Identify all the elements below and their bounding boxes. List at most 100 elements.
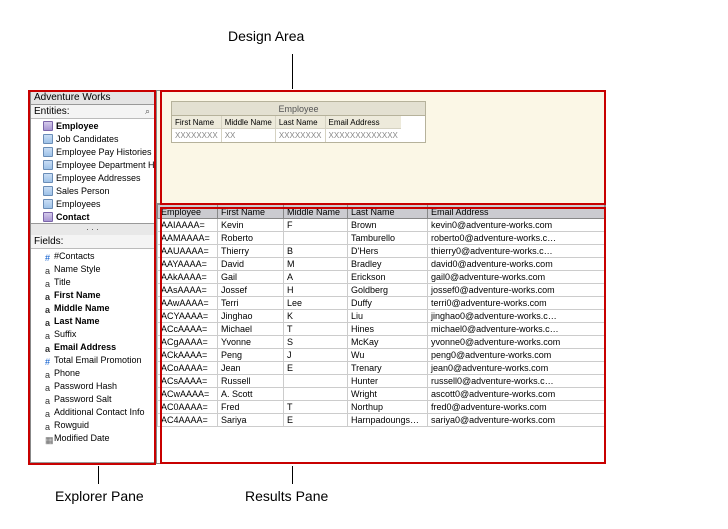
- tree-item-label: Employee Pay Histories: [56, 147, 152, 157]
- design-column[interactable]: Middle NameXX: [222, 116, 276, 142]
- table-cell: J: [284, 349, 348, 362]
- results-table[interactable]: EmployeeFirst NameMiddle NameLast NameEm…: [157, 204, 605, 427]
- tree-item-label: Employee Department Historie: [56, 160, 156, 170]
- design-column[interactable]: Last NameXXXXXXXX: [276, 116, 326, 142]
- design-entity-title: Employee: [171, 101, 426, 115]
- table-row[interactable]: ACoAAAA=JeanETrenaryjean0@adventure-work…: [158, 362, 605, 375]
- field-item[interactable]: aPassword Salt: [31, 392, 156, 405]
- field-item[interactable]: aSuffix: [31, 327, 156, 340]
- folder-item[interactable]: Employee Addresses: [31, 171, 156, 184]
- field-type-icon: a: [45, 409, 51, 415]
- entities-header: Entities: ⌕: [31, 105, 156, 119]
- table-cell: sariya0@adventure-works.com: [428, 414, 605, 427]
- table-cell: D'Hers: [348, 245, 428, 258]
- field-label: First Name: [54, 290, 101, 300]
- field-item[interactable]: aAdditional Contact Info: [31, 405, 156, 418]
- table-cell: Kevin: [218, 219, 284, 232]
- field-item[interactable]: ##Contacts: [31, 249, 156, 262]
- table-cell: ACsAAAA=: [158, 375, 218, 388]
- table-cell: Northup: [348, 401, 428, 414]
- table-cell: T: [284, 323, 348, 336]
- table-cell: Roberto: [218, 232, 284, 245]
- folder-icon: [43, 147, 53, 157]
- table-cell: Wu: [348, 349, 428, 362]
- field-item[interactable]: aRowguid: [31, 418, 156, 431]
- folder-icon: [43, 173, 53, 183]
- table-row[interactable]: AAYAAAA=DavidMBradleydavid0@adventure-wo…: [158, 258, 605, 271]
- table-cell: ACkAAAA=: [158, 349, 218, 362]
- field-item[interactable]: aLast Name: [31, 314, 156, 327]
- table-row[interactable]: AAMAAAA=RobertoTamburelloroberto0@advent…: [158, 232, 605, 245]
- design-column[interactable]: Email AddressXXXXXXXXXXXXX: [326, 116, 401, 142]
- design-column-sample: XXXXXXXX: [172, 129, 221, 142]
- table-cell: A: [284, 271, 348, 284]
- table-cell: [284, 388, 348, 401]
- design-column[interactable]: First NameXXXXXXXX: [172, 116, 222, 142]
- table-row[interactable]: AAUAAAA=ThierryBD'Hersthierry0@adventure…: [158, 245, 605, 258]
- field-label: Name Style: [54, 264, 101, 274]
- table-cell: F: [284, 219, 348, 232]
- results-column-header[interactable]: Middle Name: [284, 205, 348, 219]
- table-row[interactable]: ACsAAAA=RussellHunterrussell0@adventure-…: [158, 375, 605, 388]
- field-type-icon: #: [45, 357, 51, 363]
- table-row[interactable]: AAwAAAA=TerriLeeDuffyterri0@adventure-wo…: [158, 297, 605, 310]
- field-item[interactable]: aPhone: [31, 366, 156, 379]
- table-cell: AAsAAAA=: [158, 284, 218, 297]
- table-cell: [284, 375, 348, 388]
- entity-item[interactable]: Contact: [31, 210, 156, 223]
- search-icon[interactable]: ⌕: [145, 106, 153, 117]
- table-row[interactable]: ACgAAAA=YvonneSMcKayyvonne0@adventure-wo…: [158, 336, 605, 349]
- design-area[interactable]: Employee First NameXXXXXXXXMiddle NameXX…: [157, 91, 605, 204]
- field-item[interactable]: aEmail Address: [31, 340, 156, 353]
- design-column-header: First Name: [172, 116, 221, 129]
- table-cell: ACcAAAA=: [158, 323, 218, 336]
- folder-item[interactable]: Job Candidates: [31, 132, 156, 145]
- design-entity[interactable]: Employee First NameXXXXXXXXMiddle NameXX…: [171, 101, 426, 143]
- table-row[interactable]: AAkAAAA=GailAEricksongail0@adventure-wor…: [158, 271, 605, 284]
- entities-more[interactable]: ···: [31, 224, 156, 235]
- field-item[interactable]: #Total Email Promotion: [31, 353, 156, 366]
- right-side: Employee First NameXXXXXXXXMiddle NameXX…: [157, 91, 605, 463]
- field-label: Rowguid: [54, 420, 89, 430]
- table-row[interactable]: AC0AAAA=FredTNorthupfred0@adventure-work…: [158, 401, 605, 414]
- fields-list[interactable]: ##ContactsaName StyleaTitleaFirst NameaM…: [31, 249, 156, 463]
- explorer-pane: Adventure Works Entities: ⌕ EmployeeJob …: [31, 91, 157, 463]
- table-cell: Trenary: [348, 362, 428, 375]
- table-row[interactable]: AC4AAAA=SariyaEHarnpadoungsa…sariya0@adv…: [158, 414, 605, 427]
- field-item[interactable]: aTitle: [31, 275, 156, 288]
- results-column-header[interactable]: Employee: [158, 205, 218, 219]
- field-item[interactable]: aFirst Name: [31, 288, 156, 301]
- table-row[interactable]: ACkAAAA=PengJWupeng0@adventure-works.com: [158, 349, 605, 362]
- field-item[interactable]: ▦Modified Date: [31, 431, 156, 444]
- entities-list[interactable]: EmployeeJob Candidates Employee Pay Histo…: [31, 119, 156, 224]
- fields-header: Fields:: [31, 235, 156, 249]
- folder-item[interactable]: Sales Person: [31, 184, 156, 197]
- folder-icon: [43, 199, 53, 209]
- folder-item[interactable]: Employee Department Historie: [31, 158, 156, 171]
- tree-item-label: Employees: [56, 199, 101, 209]
- table-row[interactable]: ACYAAAA=JinghaoKLiujinghao0@adventure-wo…: [158, 310, 605, 323]
- results-column-header[interactable]: First Name: [218, 205, 284, 219]
- entity-item[interactable]: Employee: [31, 119, 156, 132]
- results-column-header[interactable]: Email Address: [428, 205, 605, 219]
- table-row[interactable]: AAsAAAA=JossefHGoldbergjossef0@adventure…: [158, 284, 605, 297]
- folder-item[interactable]: Employees: [31, 197, 156, 210]
- table-cell: peng0@adventure-works.com: [428, 349, 605, 362]
- table-row[interactable]: ACcAAAA=MichaelTHinesmichael0@adventure-…: [158, 323, 605, 336]
- folder-item[interactable]: Employee Pay Histories: [31, 145, 156, 158]
- table-cell: M: [284, 258, 348, 271]
- table-cell: Lee: [284, 297, 348, 310]
- table-row[interactable]: ACwAAAA=A. ScottWrightascott0@adventure-…: [158, 388, 605, 401]
- field-item[interactable]: aPassword Hash: [31, 379, 156, 392]
- field-label: Email Address: [54, 342, 116, 352]
- table-cell: Gail: [218, 271, 284, 284]
- field-item[interactable]: aMiddle Name: [31, 301, 156, 314]
- annotation-explorer-pane: Explorer Pane: [55, 488, 144, 504]
- table-cell: [284, 232, 348, 245]
- table-cell: Wright: [348, 388, 428, 401]
- field-item[interactable]: aName Style: [31, 262, 156, 275]
- design-column-sample: XX: [222, 129, 275, 142]
- results-column-header[interactable]: Last Name: [348, 205, 428, 219]
- table-cell: jean0@adventure-works.com: [428, 362, 605, 375]
- table-row[interactable]: AAIAAAA=KevinFBrownkevin0@adventure-work…: [158, 219, 605, 232]
